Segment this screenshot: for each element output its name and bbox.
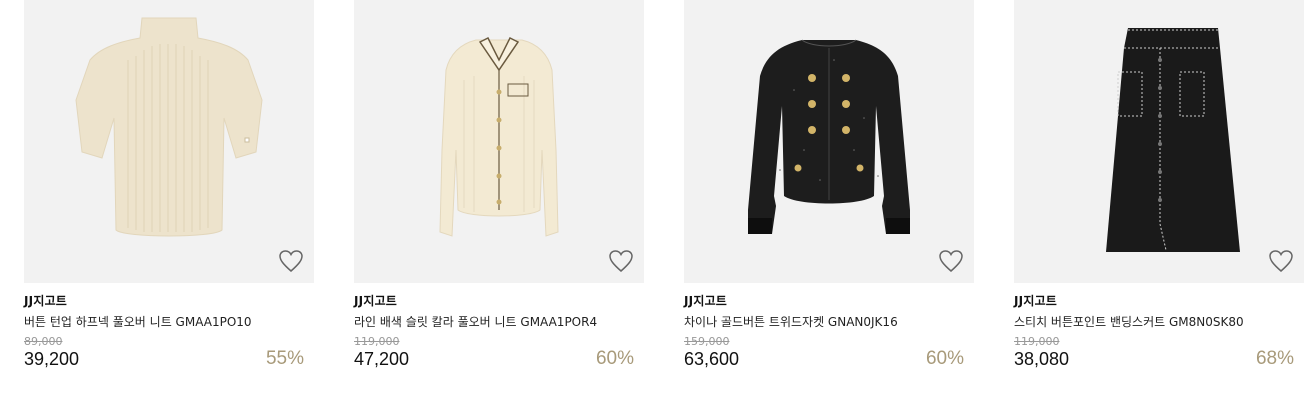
discount-rate: 55% [265, 348, 304, 369]
product-card[interactable]: JJ지고트 차이나 골드버튼 트위드자켓 GNAN0JK16 159,000 6… [684, 0, 974, 412]
product-name[interactable]: 스티치 버튼포인트 밴딩스커트 GM8N0SK80 [1014, 313, 1244, 330]
brand-name[interactable]: JJ지고트 [354, 292, 397, 309]
product-image[interactable] [684, 0, 974, 283]
product-card[interactable]: JJ지고트 스티치 버튼포인트 밴딩스커트 GM8N0SK80 119,000 … [1014, 0, 1304, 412]
discount-rate: 60% [595, 348, 634, 369]
stitch-skirt-image [1106, 28, 1240, 252]
collar-cardigan-knit-image [439, 36, 559, 237]
product-card[interactable]: JJ지고트 라인 배색 슬릿 칼라 풀오버 니트 GMAA1POR4 119,0… [354, 0, 644, 412]
original-price: 119,000 [1014, 335, 1060, 348]
product-name[interactable]: 버튼 턴업 하프넥 풀오버 니트 GMAA1PO10 [24, 313, 252, 330]
original-price: 159,000 [684, 335, 730, 348]
product-name[interactable]: 차이나 골드버튼 트위드자켓 GNAN0JK16 [684, 313, 898, 330]
sale-price: 47,200 [354, 349, 410, 369]
heart-icon[interactable] [938, 249, 964, 273]
product-image[interactable] [1014, 0, 1304, 283]
product-grid: JJ지고트 버튼 턴업 하프넥 풀오버 니트 GMAA1PO10 89,000 … [0, 0, 1314, 412]
brand-name[interactable]: JJ지고트 [1014, 292, 1057, 309]
brand-name[interactable]: JJ지고트 [684, 292, 727, 309]
product-card[interactable]: JJ지고트 버튼 턴업 하프넥 풀오버 니트 GMAA1PO10 89,000 … [24, 0, 314, 412]
sale-price: 39,200 [24, 349, 80, 369]
sale-price: 38,080 [1014, 349, 1070, 369]
heart-icon[interactable] [278, 249, 304, 273]
original-price: 89,000 [24, 335, 63, 348]
ribbed-halfneck-knit-image [75, 17, 263, 237]
heart-icon[interactable] [1268, 249, 1294, 273]
tweed-jacket-image [748, 39, 910, 234]
product-image[interactable] [24, 0, 314, 283]
discount-rate: 68% [1255, 348, 1294, 369]
discount-rate: 60% [925, 348, 964, 369]
product-image[interactable] [354, 0, 644, 283]
sale-price: 63,600 [684, 349, 740, 369]
product-name[interactable]: 라인 배색 슬릿 칼라 풀오버 니트 GMAA1POR4 [354, 313, 597, 330]
heart-icon[interactable] [608, 249, 634, 273]
original-price: 119,000 [354, 335, 400, 348]
brand-name[interactable]: JJ지고트 [24, 292, 67, 309]
